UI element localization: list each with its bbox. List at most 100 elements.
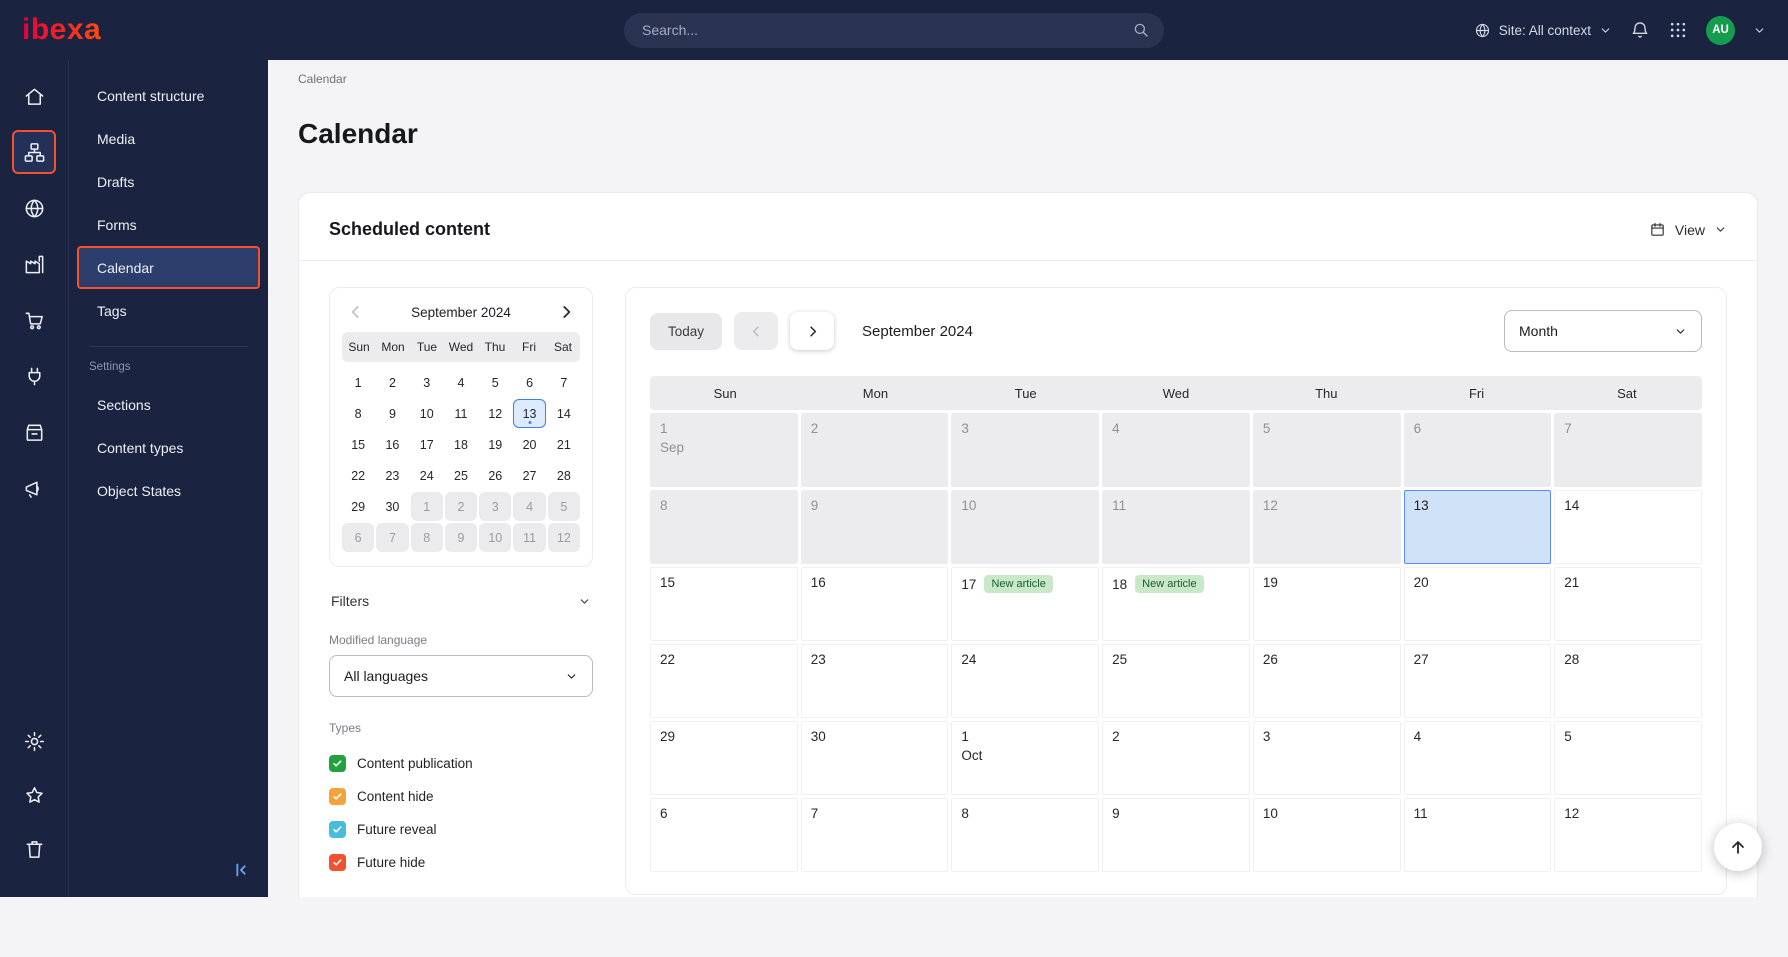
calendar-cell-22[interactable]: 22 — [650, 644, 798, 718]
today-button[interactable]: Today — [650, 313, 722, 350]
mini-day-9-next-month[interactable]: 9 — [445, 523, 477, 552]
calendar-cell-10[interactable]: 10 — [1253, 798, 1401, 872]
apps-grid-icon[interactable] — [1668, 20, 1688, 40]
calendar-cell-20[interactable]: 20 — [1404, 567, 1552, 641]
mini-day-15[interactable]: 15 — [342, 430, 374, 459]
calendar-cell-11[interactable]: 11 — [1102, 490, 1250, 564]
mini-day-28[interactable]: 28 — [548, 461, 580, 490]
type-filter-content-hide[interactable]: Content hide — [329, 780, 593, 813]
notifications-bell-icon[interactable] — [1630, 20, 1650, 40]
mini-day-13[interactable]: 13 — [513, 399, 545, 428]
mini-day-6-next-month[interactable]: 6 — [342, 523, 374, 552]
mini-day-21[interactable]: 21 — [548, 430, 580, 459]
sidebar-item-media[interactable]: Media — [77, 117, 260, 160]
calendar-cell-18[interactable]: 18New article — [1102, 567, 1250, 641]
calendar-cell-11[interactable]: 11 — [1404, 798, 1552, 872]
calendar-cell-25[interactable]: 25 — [1102, 644, 1250, 718]
mini-day-5[interactable]: 5 — [479, 368, 511, 397]
calendar-cell-8[interactable]: 8 — [650, 490, 798, 564]
sidebar-item-calendar[interactable]: Calendar — [77, 246, 260, 289]
rail-integrations-icon[interactable] — [12, 354, 56, 398]
checkbox-checked-icon[interactable] — [329, 854, 346, 871]
calendar-cell-19[interactable]: 19 — [1253, 567, 1401, 641]
ibexa-logo[interactable]: ibexa — [22, 13, 101, 47]
mini-day-4[interactable]: 4 — [445, 368, 477, 397]
sidebar-item-drafts[interactable]: Drafts — [77, 160, 260, 203]
mini-day-7-next-month[interactable]: 7 — [376, 523, 408, 552]
mini-prev-month-button[interactable] — [346, 302, 366, 322]
sidebar-item-content-structure[interactable]: Content structure — [77, 74, 260, 117]
type-filter-future-reveal[interactable]: Future reveal — [329, 813, 593, 846]
mini-day-1-next-month[interactable]: 1 — [411, 492, 443, 521]
type-filter-content-publication[interactable]: Content publication — [329, 747, 593, 780]
rail-company-icon[interactable] — [12, 242, 56, 286]
rail-home-icon[interactable] — [12, 74, 56, 118]
calendar-cell-26[interactable]: 26 — [1253, 644, 1401, 718]
global-search[interactable] — [624, 13, 1164, 48]
mini-day-8-next-month[interactable]: 8 — [411, 523, 443, 552]
calendar-cell-28[interactable]: 28 — [1554, 644, 1702, 718]
mini-day-7[interactable]: 7 — [548, 368, 580, 397]
rail-bookmarks-icon[interactable] — [12, 773, 56, 817]
calendar-cell-30[interactable]: 30 — [801, 721, 949, 795]
calendar-cell-27[interactable]: 27 — [1404, 644, 1552, 718]
view-button[interactable]: View — [1649, 221, 1727, 238]
calendar-cell-15[interactable]: 15 — [650, 567, 798, 641]
mini-day-24[interactable]: 24 — [411, 461, 443, 490]
calendar-cell-17[interactable]: 17New article — [951, 567, 1099, 641]
rail-marketing-icon[interactable] — [12, 466, 56, 510]
calendar-cell-21[interactable]: 21 — [1554, 567, 1702, 641]
calendar-cell-3[interactable]: 3 — [1253, 721, 1401, 795]
mini-day-16[interactable]: 16 — [376, 430, 408, 459]
calendar-cell-7[interactable]: 7 — [801, 798, 949, 872]
user-avatar[interactable]: AU — [1706, 16, 1735, 45]
mini-day-8[interactable]: 8 — [342, 399, 374, 428]
rail-products-icon[interactable] — [12, 410, 56, 454]
calendar-cell-1-sep[interactable]: 1Sep — [650, 413, 798, 487]
calendar-cell-14[interactable]: 14 — [1554, 490, 1702, 564]
rail-settings-icon[interactable] — [12, 719, 56, 763]
mini-day-17[interactable]: 17 — [411, 430, 443, 459]
mini-day-6[interactable]: 6 — [513, 368, 545, 397]
calendar-cell-16[interactable]: 16 — [801, 567, 949, 641]
sidebar-item-content-types[interactable]: Content types — [77, 426, 260, 469]
calendar-cell-5[interactable]: 5 — [1554, 721, 1702, 795]
calendar-cell-13[interactable]: 13 — [1404, 490, 1552, 564]
calendar-cell-4[interactable]: 4 — [1102, 413, 1250, 487]
mini-day-11-next-month[interactable]: 11 — [513, 523, 545, 552]
checkbox-checked-icon[interactable] — [329, 755, 346, 772]
calendar-cell-1-oct[interactable]: 1Oct — [951, 721, 1099, 795]
language-select[interactable]: All languages — [329, 655, 593, 697]
mini-day-1[interactable]: 1 — [342, 368, 374, 397]
user-menu-chevron-icon[interactable] — [1753, 24, 1766, 37]
mini-day-18[interactable]: 18 — [445, 430, 477, 459]
calendar-cell-9[interactable]: 9 — [1102, 798, 1250, 872]
breadcrumb[interactable]: Calendar — [298, 60, 1758, 86]
mini-day-11[interactable]: 11 — [445, 399, 477, 428]
site-context-selector[interactable]: Site: All context — [1474, 22, 1612, 39]
calendar-cell-5[interactable]: 5 — [1253, 413, 1401, 487]
mini-day-19[interactable]: 19 — [479, 430, 511, 459]
calendar-cell-4[interactable]: 4 — [1404, 721, 1552, 795]
rail-trash-icon[interactable] — [12, 827, 56, 871]
calendar-cell-12[interactable]: 12 — [1554, 798, 1702, 872]
mini-day-2[interactable]: 2 — [376, 368, 408, 397]
mini-day-14[interactable]: 14 — [548, 399, 580, 428]
calendar-cell-23[interactable]: 23 — [801, 644, 949, 718]
scroll-to-top-button[interactable] — [1714, 823, 1762, 871]
calendar-cell-29[interactable]: 29 — [650, 721, 798, 795]
search-input[interactable] — [642, 22, 1132, 38]
mini-day-23[interactable]: 23 — [376, 461, 408, 490]
mini-day-20[interactable]: 20 — [513, 430, 545, 459]
prev-month-button[interactable] — [734, 312, 778, 350]
mini-day-10[interactable]: 10 — [411, 399, 443, 428]
mini-day-29[interactable]: 29 — [342, 492, 374, 521]
mini-day-4-next-month[interactable]: 4 — [513, 492, 545, 521]
mini-day-2-next-month[interactable]: 2 — [445, 492, 477, 521]
mini-next-month-button[interactable] — [556, 302, 576, 322]
calendar-cell-7[interactable]: 7 — [1554, 413, 1702, 487]
mini-day-9[interactable]: 9 — [376, 399, 408, 428]
rail-commerce-icon[interactable] — [12, 298, 56, 342]
sidebar-collapse-icon[interactable] — [230, 859, 252, 881]
sidebar-item-forms[interactable]: Forms — [77, 203, 260, 246]
